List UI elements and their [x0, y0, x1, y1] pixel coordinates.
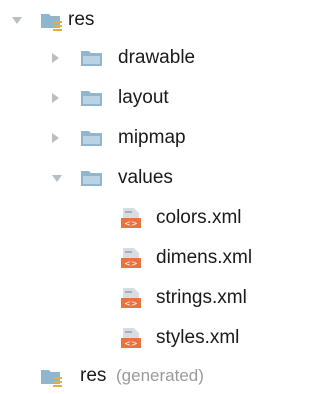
tree-file-strings-xml[interactable]: <> strings.xml — [0, 282, 280, 314]
folder-icon — [80, 89, 104, 113]
tree-node-label: mipmap — [118, 127, 186, 148]
chevron-down-icon[interactable] — [52, 175, 62, 182]
resource-folder-icon — [40, 366, 64, 394]
generated-suffix: (generated) — [116, 366, 204, 385]
svg-text:<>: <> — [124, 259, 137, 268]
xml-file-icon: <> — [120, 207, 144, 235]
tree-node-res-generated[interactable]: res (generated) — [0, 360, 280, 392]
xml-file-icon: <> — [120, 287, 144, 315]
tree-file-dimens-xml[interactable]: <> dimens.xml — [0, 242, 280, 274]
svg-text:<>: <> — [124, 339, 137, 348]
xml-file-icon: <> — [120, 247, 144, 275]
svg-text:<>: <> — [124, 299, 137, 308]
resource-folder-icon — [40, 10, 64, 38]
tree-node-res[interactable]: res — [0, 4, 280, 36]
svg-text:<>: <> — [124, 219, 137, 228]
tree-file-label: dimens.xml — [156, 247, 253, 268]
chevron-down-icon[interactable] — [12, 17, 22, 24]
tree-file-styles-xml[interactable]: <> styles.xml — [0, 322, 280, 354]
tree-file-label: colors.xml — [156, 207, 242, 228]
tree-file-colors-xml[interactable]: <> colors.xml — [0, 202, 280, 234]
folder-icon — [80, 169, 104, 193]
tree-node-label: values — [118, 167, 173, 188]
tree-node-values[interactable]: values — [0, 162, 280, 194]
tree-node-label: res — [80, 365, 107, 386]
chevron-right-icon[interactable] — [52, 53, 59, 63]
tree-node-layout[interactable]: layout — [0, 82, 280, 114]
tree-node-drawable[interactable]: drawable — [0, 42, 280, 74]
chevron-right-icon[interactable] — [52, 93, 59, 103]
tree-node-mipmap[interactable]: mipmap — [0, 122, 280, 154]
tree-file-label: strings.xml — [156, 287, 247, 308]
xml-file-icon: <> — [120, 327, 144, 355]
folder-icon — [80, 129, 104, 153]
tree-node-label: layout — [118, 87, 169, 108]
tree-node-label: res — [68, 9, 95, 30]
tree-file-label: styles.xml — [156, 327, 240, 348]
folder-icon — [80, 49, 104, 73]
chevron-right-icon[interactable] — [52, 133, 59, 143]
tree-node-label: drawable — [118, 47, 196, 68]
